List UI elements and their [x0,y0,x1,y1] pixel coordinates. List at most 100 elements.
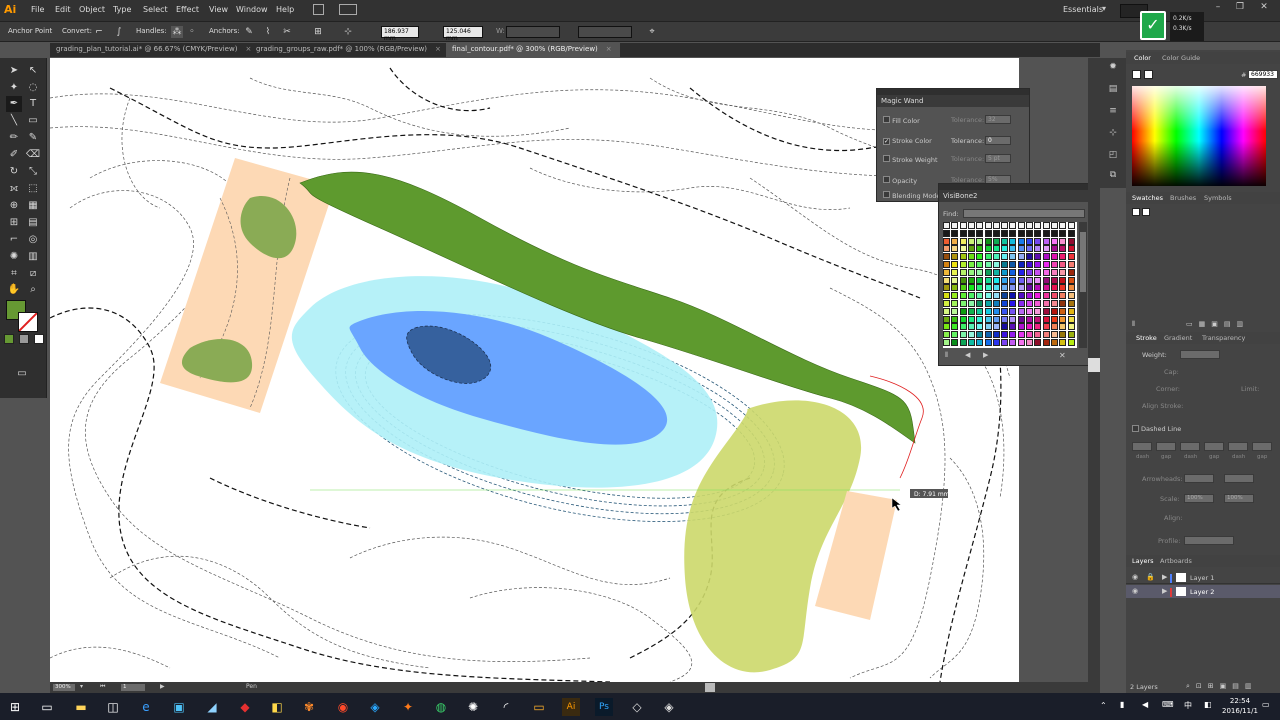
color-swatch[interactable] [943,300,950,307]
perspective-grid-tool-icon[interactable]: ▦ [25,198,41,214]
connect-anchor-icon[interactable]: ⌇ [262,26,274,38]
color-swatch[interactable] [1042,237,1050,245]
color-swatch[interactable] [967,222,975,229]
notification-icon[interactable]: ▭ [1262,700,1270,709]
swatch-actions[interactable]: ▭▦▣▤▥ [1186,320,1249,328]
swatch-library-icon[interactable]: ⫴ [1132,320,1135,329]
zoom-tool-icon[interactable]: ⌕ [25,282,41,298]
color-swatch[interactable] [976,229,984,237]
chevron-down-icon[interactable]: ▾ [1102,4,1106,13]
color-swatch[interactable] [1026,292,1033,300]
color-swatch[interactable] [1009,284,1017,292]
color-swatch[interactable] [1026,229,1033,237]
color-swatch[interactable] [1050,331,1058,339]
color-swatch[interactable] [1067,237,1075,245]
blob-brush-tool-icon[interactable]: ✐ [6,147,22,163]
color-swatch[interactable] [976,339,984,346]
rotate-tool-icon[interactable]: ↻ [6,164,22,180]
photoshop-icon[interactable]: Ps [595,698,613,716]
store-icon[interactable]: ◫ [104,698,122,716]
color-swatch[interactable] [1059,268,1067,276]
color-swatch[interactable] [1009,323,1017,331]
color-swatch[interactable] [1059,331,1067,339]
color-swatch[interactable] [1009,315,1017,323]
color-swatch[interactable] [1026,253,1033,261]
graph-tool-icon[interactable]: ▥ [25,249,41,265]
app-tool-icon[interactable]: ◈ [660,698,678,716]
color-swatch[interactable] [1001,339,1009,346]
sticky-notes-icon[interactable]: ◧ [268,698,286,716]
close-icon[interactable]: × [435,45,441,53]
color-swatch[interactable] [943,284,950,292]
color-swatch[interactable] [1017,276,1025,284]
color-swatch[interactable] [1042,276,1050,284]
color-swatch[interactable] [951,307,959,315]
arrange-documents-icon[interactable] [339,4,357,15]
color-swatch[interactable] [984,292,992,300]
color-swatch[interactable] [984,245,992,253]
y-position-field[interactable]: 125.046 mm [443,26,483,42]
artboard-tool-icon[interactable]: ⌗ [6,266,22,282]
cut-path-icon[interactable]: ✂ [281,26,293,38]
color-swatch[interactable] [1001,237,1009,245]
color-swatch[interactable] [1067,268,1075,276]
color-swatch[interactable] [976,261,984,268]
color-swatch[interactable] [1034,339,1042,346]
color-swatch[interactable] [1017,323,1025,331]
color-swatch[interactable] [967,300,975,307]
color-fill-preview[interactable] [1132,70,1141,79]
color-swatch[interactable] [1009,253,1017,261]
color-swatch[interactable] [984,300,992,307]
color-swatch[interactable] [1009,237,1017,245]
convert-smooth-icon[interactable]: ∫ [113,26,125,38]
color-swatch[interactable] [1050,237,1058,245]
color-swatch[interactable] [984,222,992,229]
color-swatch[interactable] [1042,222,1050,229]
color-swatch[interactable] [967,292,975,300]
color-swatch[interactable] [959,261,967,268]
color-swatch[interactable] [1034,237,1042,245]
color-swatch[interactable] [1059,307,1067,315]
color-swatch[interactable] [1050,268,1058,276]
scale-end-field[interactable]: 100% [1224,494,1254,503]
color-swatch[interactable] [1026,284,1033,292]
color-swatch[interactable] [1009,222,1017,229]
lasso-tool-icon[interactable]: ◌ [25,80,41,96]
menu-file[interactable]: File [31,5,44,14]
color-swatch[interactable] [951,323,959,331]
screen-mode-icon[interactable]: ▭ [14,366,30,382]
volume-icon[interactable]: ◀ [1142,700,1148,709]
align-icon[interactable]: ⊞ [312,26,324,38]
color-swatch[interactable] [959,307,967,315]
color-swatch[interactable] [1067,331,1075,339]
color-swatch[interactable] [992,229,1000,237]
photos-icon[interactable]: ▣ [170,698,188,716]
weight-tolerance-field[interactable]: 5 pt [985,154,1011,163]
export-icon[interactable]: ⧉ [1106,170,1120,184]
color-swatch[interactable] [1026,222,1033,229]
magic-wand-tool-icon[interactable]: ✦ [6,80,22,96]
chevron-up-icon[interactable]: ⌃ [1100,701,1107,710]
first-artboard-icon[interactable]: ⏮ [100,683,105,691]
color-swatch[interactable] [1017,261,1025,268]
layer-row-2[interactable]: ◉ ▶ Layer 2 [1126,585,1280,598]
color-swatch[interactable] [1001,229,1009,237]
color-swatch[interactable] [976,323,984,331]
color-swatch[interactable] [1059,339,1067,346]
color-swatch[interactable] [1017,307,1025,315]
color-swatch[interactable] [976,315,984,323]
color-swatch[interactable] [976,300,984,307]
color-swatch[interactable] [943,222,950,229]
color-swatch[interactable] [1067,245,1075,253]
color-swatch[interactable] [1026,268,1033,276]
color-swatch[interactable] [1042,292,1050,300]
color-swatch[interactable] [1017,237,1025,245]
align-icon[interactable]: ≡ [1106,106,1120,120]
color-swatch[interactable] [984,268,992,276]
color-swatch[interactable] [1001,323,1009,331]
color-swatch[interactable] [992,331,1000,339]
color-swatch[interactable] [1034,276,1042,284]
settings-icon[interactable]: ✺ [464,698,482,716]
color-stroke-preview[interactable] [1144,70,1153,79]
layers-icon[interactable]: ▤ [1106,84,1120,98]
